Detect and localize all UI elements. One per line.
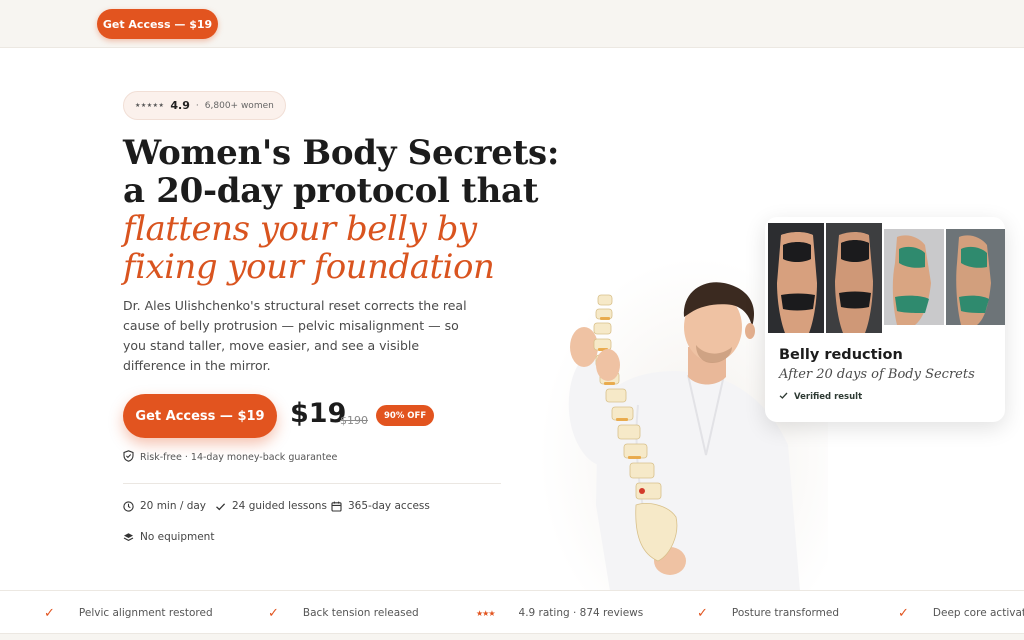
benefits-marquee: ✓ Pelvic alignment restored ✓ Back tensi… xyxy=(0,590,1024,634)
feature-label: 24 guided lessons xyxy=(232,500,327,512)
marquee-item: ✓ Pelvic alignment restored xyxy=(44,591,213,635)
marquee-label: Pelvic alignment restored xyxy=(78,607,213,619)
feature-item: No equipment xyxy=(123,531,214,543)
result-subtitle: After 20 days of Body Secrets xyxy=(779,367,975,382)
headline-line-2: a 20-day protocol that xyxy=(123,171,539,211)
feature-item: 20 min / day xyxy=(123,500,206,512)
marquee-label: 4.9 rating · 874 reviews xyxy=(518,607,644,619)
rating-score: 4.9 xyxy=(170,99,190,112)
check-icon: ✓ xyxy=(898,605,909,621)
marquee-label: Posture transformed xyxy=(731,607,840,619)
get-access-button[interactable]: Get Access — $19 xyxy=(123,394,277,438)
top-bar: Get Access — $19 xyxy=(0,0,1024,48)
feature-item: 24 guided lessons xyxy=(215,500,327,512)
check-icon xyxy=(779,391,788,403)
rating-stars-icon: ★★★★★ xyxy=(135,102,165,109)
discount-badge: 90% OFF xyxy=(376,405,435,426)
feature-label: 365-day access xyxy=(348,500,430,512)
original-price: $190 xyxy=(340,414,368,427)
marquee-item: ★★★ 4.9 rating · 874 reviews xyxy=(476,591,643,635)
page-title: Women's Body Secrets: a 20-day protocol … xyxy=(123,133,560,287)
marquee-item: ✓ Posture transformed xyxy=(697,591,839,635)
top-get-access-button[interactable]: Get Access — $19 xyxy=(97,9,218,39)
check-icon xyxy=(215,501,226,512)
rating-separator: · xyxy=(195,100,199,111)
rating-badge: ★★★★★ 4.9 · 6,800+ women xyxy=(123,91,286,120)
headline-line-1: Women's Body Secrets: xyxy=(123,133,560,173)
feature-label: No equipment xyxy=(140,531,215,543)
marquee-item: ✓ Back tension released xyxy=(268,591,419,635)
check-icon: ✓ xyxy=(44,605,55,621)
headline-accent-line-2: fixing your foundation xyxy=(123,247,495,287)
verified-text: Verified result xyxy=(794,392,863,402)
feature-label: 20 min / day xyxy=(140,500,207,512)
layers-icon xyxy=(123,532,134,543)
marquee-label: Deep core activate xyxy=(932,607,1024,619)
guarantee-text: Risk-free · 14-day money-back guarantee xyxy=(140,452,338,463)
calendar-icon xyxy=(331,501,342,512)
current-price: $19 xyxy=(290,398,347,429)
headline-accent-line-1: flattens your belly by xyxy=(123,209,477,249)
result-title: Belly reduction xyxy=(779,347,903,363)
bottom-strip xyxy=(0,634,1024,640)
shield-check-icon xyxy=(123,450,134,465)
section-divider xyxy=(123,483,501,484)
marquee-label: Back tension released xyxy=(302,607,419,619)
stars-icon: ★★★ xyxy=(476,608,495,618)
before-after-photos xyxy=(768,223,1005,333)
feature-item: 365-day access xyxy=(331,500,430,512)
rating-count: 6,800+ women xyxy=(204,100,274,111)
check-icon: ✓ xyxy=(268,605,279,621)
guarantee-note: Risk-free · 14-day money-back guarantee xyxy=(123,450,337,465)
verified-badge: Verified result xyxy=(779,391,862,403)
marquee-item: ✓ Deep core activate xyxy=(898,591,1024,635)
hero-description: Dr. Ales Ulishchenko's structural reset … xyxy=(123,298,467,373)
result-card: Belly reduction After 20 days of Body Se… xyxy=(765,217,1005,422)
check-icon: ✓ xyxy=(697,605,708,621)
clock-icon xyxy=(123,500,134,512)
